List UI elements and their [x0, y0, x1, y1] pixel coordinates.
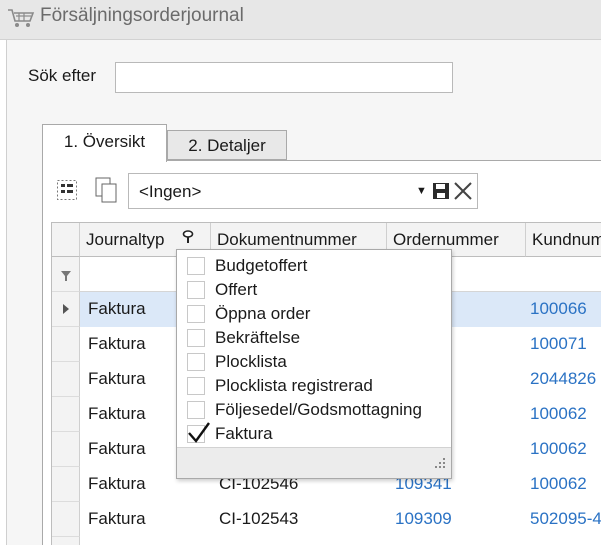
- view-select-value: <Ingen>: [139, 182, 202, 201]
- row-selector[interactable]: [52, 467, 80, 502]
- row-selector[interactable]: [52, 327, 80, 362]
- table-row[interactable]: Faktura CI-102543 109309 502095-4: [52, 502, 601, 537]
- filter-option-label: Offert: [215, 280, 258, 299]
- filter-option-label: Öppna order: [215, 304, 311, 323]
- cell-kundnummer[interactable]: 502095-4: [522, 502, 601, 537]
- save-icon[interactable]: [432, 182, 450, 205]
- current-row-arrow-icon: [62, 302, 70, 320]
- filter-option-label: Faktura: [215, 424, 273, 443]
- cell-kundnummer[interactable]: 100066: [522, 292, 601, 327]
- dropdown-footer: [177, 447, 451, 478]
- row-selector[interactable]: [52, 397, 80, 432]
- filter-option-faktura[interactable]: Faktura: [177, 422, 451, 446]
- checkbox[interactable]: [187, 329, 205, 347]
- row-selector[interactable]: [52, 502, 80, 537]
- title-bar: Försäljningsorderjournal: [0, 0, 601, 40]
- filter-row-selector: [52, 257, 80, 292]
- view-select[interactable]: <Ingen> ▼: [128, 173, 478, 209]
- tab-detaljer[interactable]: 2. Detaljer: [167, 130, 287, 160]
- filter-option-label: Bekräftelse: [215, 328, 301, 347]
- cell-kundnummer[interactable]: 100062: [522, 397, 601, 432]
- filter-option-label: Budgetoffert: [215, 256, 308, 275]
- search-label: Sök efter: [28, 66, 97, 85]
- cell-kundnummer[interactable]: 100062: [522, 432, 601, 467]
- checkbox[interactable]: [187, 422, 210, 443]
- cell-journaltyp: Faktura: [88, 509, 146, 528]
- row-selector[interactable]: [52, 362, 80, 397]
- filter-option-foljesedel[interactable]: Följesedel/Godsmottagning: [177, 398, 451, 422]
- copy-icon[interactable]: [94, 176, 122, 211]
- column-header-kundnummer[interactable]: Kundnum: [526, 223, 601, 257]
- cell-kundnummer[interactable]: 2044826: [522, 362, 601, 397]
- search-input[interactable]: [115, 62, 453, 93]
- row-selector[interactable]: [52, 537, 80, 545]
- cell-ordernummer[interactable]: 109309: [387, 502, 526, 537]
- filter-option-label: Följesedel/Godsmottagning: [215, 400, 422, 419]
- filter-option-label: Plocklista registrerad: [215, 376, 373, 395]
- filter-active-icon[interactable]: [182, 229, 194, 249]
- checkbox[interactable]: [187, 305, 205, 323]
- filter-icon: [60, 269, 72, 287]
- shopping-cart-icon: [6, 6, 36, 35]
- filter-option-offert[interactable]: Offert: [177, 278, 451, 302]
- checkbox[interactable]: [187, 353, 205, 371]
- checkbox[interactable]: [187, 281, 205, 299]
- cell-kundnummer[interactable]: 100062: [522, 467, 601, 502]
- checkbox[interactable]: [187, 257, 205, 275]
- dropdown-arrow-icon[interactable]: ▼: [416, 185, 427, 197]
- resize-grip-icon[interactable]: [431, 454, 447, 475]
- delete-icon[interactable]: [453, 181, 473, 206]
- table-row: [52, 537, 601, 545]
- filter-option-plocklista[interactable]: Plocklista: [177, 350, 451, 374]
- row-selector[interactable]: [52, 292, 80, 327]
- row-selector[interactable]: [52, 432, 80, 467]
- filter-option-budgetoffert[interactable]: Budgetoffert: [177, 254, 451, 278]
- column-header-label: Journaltyp: [86, 230, 165, 249]
- tab-oversikt[interactable]: 1. Översikt: [42, 124, 167, 162]
- checkmark-icon: [188, 422, 210, 443]
- cell-dokumentnummer: CI-102543: [219, 509, 299, 528]
- cell-kundnummer[interactable]: 100071: [522, 327, 601, 362]
- journaltyp-filter-dropdown: Budgetoffert Offert Öppna order Bekräfte…: [176, 249, 452, 479]
- filter-option-label: Plocklista: [215, 352, 287, 371]
- filter-option-oppna-order[interactable]: Öppna order: [177, 302, 451, 326]
- checkbox[interactable]: [187, 401, 205, 419]
- filter-option-bekraftelse[interactable]: Bekräftelse: [177, 326, 451, 350]
- field-chooser-icon[interactable]: [56, 179, 78, 206]
- window-title: Försäljningsorderjournal: [40, 5, 244, 26]
- row-selector-header: [52, 223, 80, 257]
- checkbox[interactable]: [187, 377, 205, 395]
- filter-option-plocklista-registrerad[interactable]: Plocklista registrerad: [177, 374, 451, 398]
